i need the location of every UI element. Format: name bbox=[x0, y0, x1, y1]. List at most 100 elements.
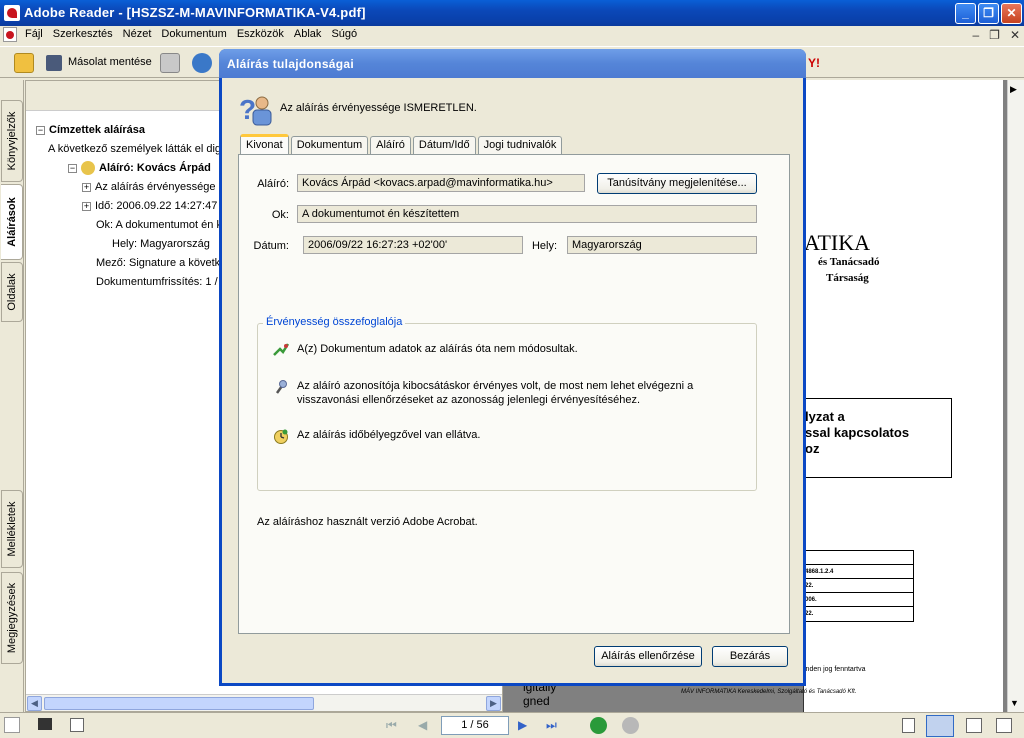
reason-label: Ok: bbox=[271, 209, 289, 221]
page-number-field[interactable]: 1 / 56 bbox=[441, 716, 509, 735]
page-box-line-1: lyzat a bbox=[805, 409, 845, 424]
document-vertical-scrollbar[interactable]: ▶ ▼ bbox=[1007, 80, 1024, 712]
tab-date-time[interactable]: Dátum/Idő bbox=[412, 136, 476, 155]
tab-summary[interactable]: Kivonat bbox=[240, 134, 289, 155]
fullscreen-icon[interactable] bbox=[38, 718, 52, 730]
summary-tab-panel: Aláíró: Kovács Árpád <kovacs.arpad@mavin… bbox=[238, 154, 790, 634]
menu-bar: Fájl Szerkesztés Nézet Dokumentum Eszköz… bbox=[0, 26, 1024, 44]
collapse-icon[interactable]: − bbox=[68, 163, 77, 173]
signature-unknown-icon bbox=[81, 161, 95, 176]
scroll-down-arrow-icon[interactable]: ▼ bbox=[1010, 698, 1019, 708]
tree-row-field: Mező: Signature a követk bbox=[96, 257, 221, 269]
first-page-icon[interactable]: ⏮ bbox=[386, 718, 397, 733]
menu-file[interactable]: Fájl bbox=[25, 28, 43, 40]
tree-row-validity[interactable]: + Az aláírás érvényessége i bbox=[82, 178, 221, 197]
menu-edit[interactable]: Szerkesztés bbox=[53, 28, 113, 40]
previous-page-icon[interactable]: ◀ bbox=[418, 718, 427, 732]
reason-field[interactable]: A dokumentumot én készítettem bbox=[297, 205, 757, 223]
identity-unknown-icon bbox=[275, 380, 287, 394]
menu-tools[interactable]: Eszközök bbox=[237, 28, 284, 40]
status-bar: ⏮ ◀ 1 / 56 ▶ ⏭ bbox=[0, 712, 1024, 738]
close-button[interactable]: ✕ bbox=[1001, 3, 1022, 24]
sign-tool-icon[interactable] bbox=[4, 717, 20, 733]
print-icon[interactable] bbox=[160, 53, 180, 73]
page-subtitle-2: Társaság bbox=[826, 272, 869, 284]
doc-restore-button[interactable]: ❐ bbox=[989, 28, 1000, 42]
signer-label: Aláíró: bbox=[257, 178, 289, 190]
single-page-icon[interactable] bbox=[902, 718, 915, 733]
scroll-thumb[interactable] bbox=[44, 697, 314, 710]
tab-legal-notice[interactable]: Jogi tudnivalók bbox=[477, 136, 563, 155]
table-row: 22. bbox=[804, 579, 913, 593]
tab-comments[interactable]: Megjegyzések bbox=[1, 572, 23, 664]
page-box-line-2: ssal kapcsolatos bbox=[805, 425, 910, 440]
summary-identity-line-1: Az aláíró azonosítója kibocsátáskor érvé… bbox=[297, 380, 694, 392]
expand-icon[interactable]: + bbox=[82, 182, 91, 192]
version-note: Az aláíráshoz használt verzió Adobe Acro… bbox=[257, 516, 478, 528]
minimize-button[interactable]: _ bbox=[955, 3, 976, 24]
tree-row-location: Hely: Magyarország bbox=[112, 238, 210, 250]
expand-icon[interactable]: + bbox=[82, 201, 91, 211]
signature-status-text: Az aláírás érvényessége ISMERETLEN. bbox=[280, 102, 477, 114]
location-label: Hely: bbox=[531, 240, 557, 252]
tab-signer[interactable]: Aláíró bbox=[370, 136, 411, 155]
next-page-icon[interactable]: ▶ bbox=[518, 718, 527, 732]
dialog-title: Aláírás tulajdonságai bbox=[227, 57, 355, 71]
tab-pages[interactable]: Oldalak bbox=[1, 262, 23, 322]
menu-window[interactable]: Ablak bbox=[294, 28, 322, 40]
doc-close-button[interactable]: ✕ bbox=[1010, 28, 1020, 42]
page-info-icon[interactable] bbox=[70, 718, 84, 732]
page-title-box: lyzat a ssal kapcsolatos oz bbox=[804, 398, 952, 478]
last-page-icon[interactable]: ⏭ bbox=[546, 718, 557, 733]
dialog-titlebar[interactable]: Aláírás tulajdonságai bbox=[219, 49, 806, 78]
scroll-right-arrow-icon[interactable]: ▶ bbox=[486, 696, 501, 711]
page-subtitle-1: és Tanácsadó bbox=[818, 256, 880, 268]
menu-view[interactable]: Nézet bbox=[123, 28, 152, 40]
location-field[interactable]: Magyarország bbox=[567, 236, 757, 254]
window-title: Adobe Reader - [HSZSZ-M-MAVINFORMATIKA-V… bbox=[24, 5, 366, 20]
table-row: 22. bbox=[805, 611, 814, 617]
stamp-line-2: gned bbox=[523, 694, 550, 708]
summary-identity-line-2: visszavonási ellenőrzéseket az azonosság… bbox=[297, 394, 641, 406]
menu-help[interactable]: Súgó bbox=[331, 28, 357, 40]
collapse-icon[interactable]: − bbox=[36, 125, 45, 135]
tree-row-recipients[interactable]: − Címzettek aláírása bbox=[36, 121, 145, 140]
table-row: 006. bbox=[804, 593, 913, 607]
signature-properties-dialog: Aláírás tulajdonságai ? Az aláírás érvén… bbox=[219, 49, 806, 686]
maximize-button[interactable]: ❐ bbox=[978, 3, 999, 24]
go-back-icon[interactable] bbox=[590, 717, 607, 734]
scroll-up-arrow-icon[interactable]: ▶ bbox=[1010, 84, 1017, 95]
continuous-page-icon[interactable] bbox=[926, 715, 954, 737]
facing-pages-icon[interactable] bbox=[966, 718, 982, 733]
save-disk-icon[interactable] bbox=[46, 55, 62, 71]
tree-row-signer[interactable]: − Aláíró: Kovács Árpád bbox=[68, 159, 211, 178]
navigation-tab-strip: Könyvjelzők Aláírások Oldalak Melléklete… bbox=[0, 80, 24, 712]
validity-summary-legend: Érvényesség összefoglalója bbox=[263, 316, 406, 328]
tab-signatures[interactable]: Aláírások bbox=[1, 184, 23, 260]
open-folder-icon[interactable] bbox=[14, 53, 34, 73]
panel-horizontal-scrollbar[interactable]: ◀ ▶ bbox=[26, 694, 502, 711]
signer-field[interactable]: Kovács Árpád <kovacs.arpad@mavinformatik… bbox=[297, 174, 585, 192]
save-copy-button[interactable]: Másolat mentése bbox=[68, 56, 152, 68]
menu-document[interactable]: Dokumentum bbox=[161, 28, 226, 40]
tree-row-time[interactable]: + Idő: 2006.09.22 14:27:47 bbox=[82, 197, 217, 216]
doc-minimize-button[interactable]: – bbox=[972, 28, 979, 42]
continuous-facing-icon[interactable] bbox=[996, 718, 1012, 733]
verify-signature-button[interactable]: Aláírás ellenőrzése bbox=[594, 646, 702, 667]
yahoo-icon[interactable]: Y! bbox=[808, 53, 842, 73]
close-dialog-button[interactable]: Bezárás bbox=[712, 646, 788, 667]
go-forward-icon[interactable] bbox=[622, 717, 639, 734]
window-titlebar[interactable]: Adobe Reader - [HSZSZ-M-MAVINFORMATIKA-V… bbox=[0, 0, 1024, 26]
tab-bookmarks[interactable]: Könyvjelzők bbox=[1, 100, 23, 182]
adobe-reader-icon bbox=[4, 5, 20, 21]
tab-attachments[interactable]: Mellékletek bbox=[1, 490, 23, 568]
tab-document[interactable]: Dokumentum bbox=[290, 136, 369, 155]
date-label: Dátum: bbox=[253, 240, 289, 252]
email-icon[interactable] bbox=[192, 53, 212, 73]
scroll-left-arrow-icon[interactable]: ◀ bbox=[27, 696, 42, 711]
document-unmodified-icon bbox=[273, 343, 290, 356]
pdf-document-icon[interactable] bbox=[3, 27, 17, 42]
tree-row-reason: Ok: A dokumentumot én k bbox=[96, 219, 222, 231]
date-field[interactable]: 2006/09/22 16:27:23 +02'00' bbox=[303, 236, 523, 254]
show-certificate-button[interactable]: Tanúsítvány megjelenítése... bbox=[597, 173, 757, 194]
